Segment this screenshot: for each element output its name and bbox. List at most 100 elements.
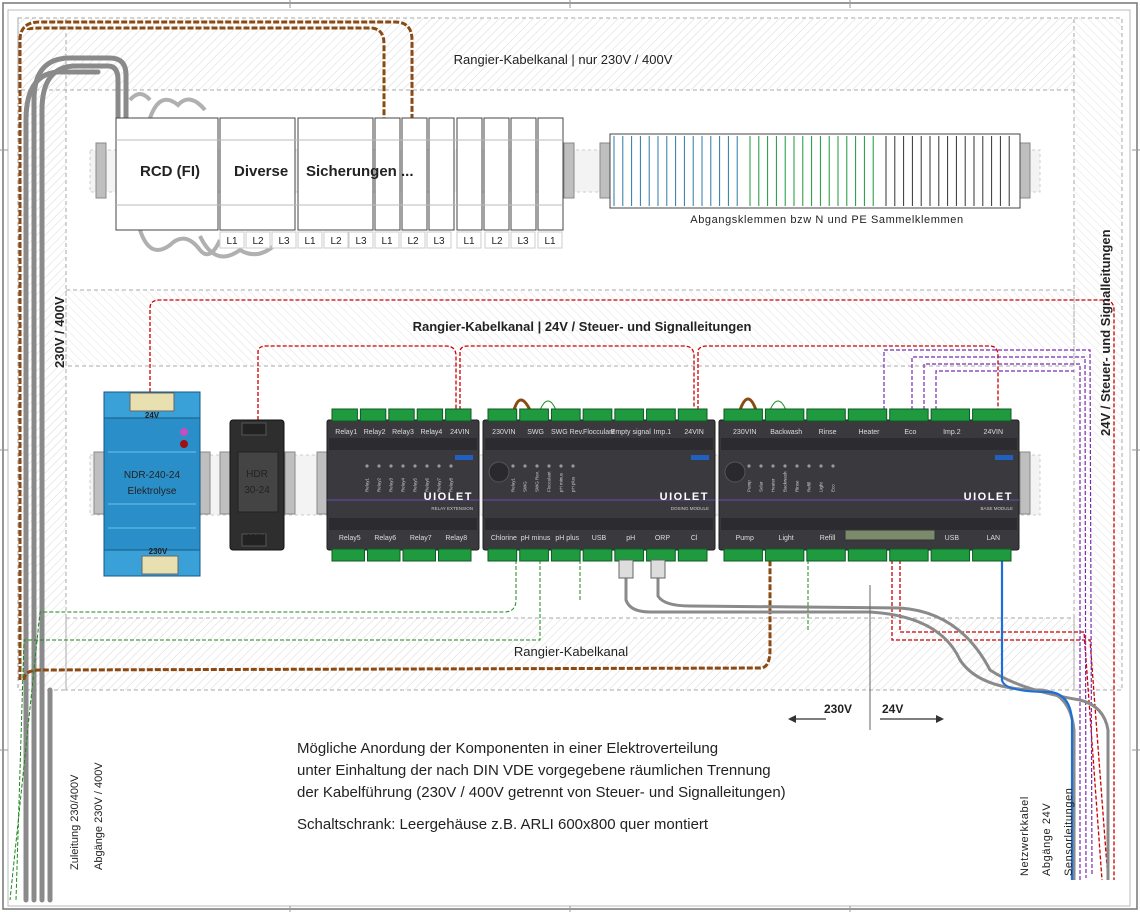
- terminal-bottom: [550, 548, 581, 562]
- status-led-icon: [437, 464, 441, 468]
- terminal-bottom: [972, 548, 1012, 562]
- terminal-bottom: [614, 548, 645, 562]
- terminal-top-label: Imp.2: [943, 429, 961, 436]
- module-brand: UIOLET: [424, 491, 473, 503]
- status-led-icon: [535, 464, 539, 468]
- psu-main-vbottom: 230V: [149, 547, 168, 556]
- terminal-bottom-label: Cl: [691, 535, 698, 542]
- led-label: Relay6: [425, 477, 430, 492]
- terminal-bottom-label: pH: [626, 535, 635, 542]
- terminal-top: [930, 408, 971, 422]
- status-led-icon: [389, 464, 393, 468]
- terminal-bottom-label: LAN: [986, 535, 1000, 542]
- module-type: RELAY EXTENSION: [431, 506, 473, 511]
- phase-label: L2: [407, 236, 419, 247]
- terminal-top: [972, 408, 1012, 422]
- terminal-bottom-label: pH plus: [555, 535, 579, 542]
- phase-label: L2: [252, 236, 264, 247]
- led-label: Relay1: [511, 477, 516, 492]
- terminal-top-label: SWG: [527, 429, 544, 436]
- terminal-bottom-label: Light: [779, 535, 794, 542]
- terminal-top: [445, 408, 472, 422]
- status-led-icon: [559, 464, 563, 468]
- terminal-top-label: 230VIN: [492, 429, 515, 436]
- terminal-bottom: [764, 548, 805, 562]
- terminal-top-label: 24VIN: [984, 429, 1003, 436]
- terminal-bottom: [723, 548, 763, 562]
- terminal-bottom-label: Relay5: [339, 535, 361, 542]
- led-label: Eco: [831, 484, 836, 492]
- led-label: Flocculant: [547, 471, 552, 492]
- status-led-icon: [523, 464, 527, 468]
- terminal-bottom-label: USB: [592, 535, 607, 542]
- led-label: Backwash: [783, 471, 788, 492]
- led-label: Relay3: [389, 477, 394, 492]
- bnc-connector-icon: [650, 559, 666, 579]
- terminal-top-label: Relay2: [364, 429, 386, 436]
- terminal-top-label: Eco: [904, 429, 916, 436]
- led-label: Light: [819, 481, 824, 492]
- terminal-top: [806, 408, 846, 422]
- led-label: Pump: [747, 480, 752, 492]
- terminal-top-label: 230VIN: [733, 429, 756, 436]
- status-led-icon: [571, 464, 575, 468]
- digital-badge-icon: [995, 455, 1013, 460]
- phase-label: L1: [226, 236, 238, 247]
- sicherungen-label: Sicherungen ...: [306, 163, 414, 180]
- status-led-icon: [771, 464, 775, 468]
- phase-label: L1: [463, 236, 475, 247]
- knob-icon[interactable]: [488, 461, 510, 483]
- knob-icon[interactable]: [724, 461, 746, 483]
- terminal-top-label: SWG Rev.: [551, 429, 584, 436]
- lcd-display: [844, 529, 936, 541]
- caption-line-1: Mögliche Anordung der Komponenten in ein…: [297, 740, 719, 757]
- module-brand: UIOLET: [964, 491, 1013, 503]
- led-label: Relay5: [413, 477, 418, 492]
- caption-block: Mögliche Anordung der Komponenten in ein…: [297, 738, 786, 836]
- caption-line-2: unter Einhaltung der nach DIN VDE vorgeg…: [297, 762, 771, 779]
- led-label: pH minus: [559, 472, 564, 492]
- rcd-label: RCD (FI): [140, 163, 200, 180]
- terminal-bottom-label: Relay7: [410, 535, 432, 542]
- status-led-icon: [425, 464, 429, 468]
- module-brand: UIOLET: [660, 491, 709, 503]
- terminal-bottom: [519, 548, 549, 562]
- label-abgaenge-24: Abgänge 24V: [1041, 803, 1053, 876]
- terminal-top: [582, 408, 613, 422]
- psu-led-icon: [180, 428, 188, 436]
- terminal-bottom-label: ORP: [655, 535, 671, 542]
- module-2: 230VIN SWG SWG Rev. Flocculant Empty signal I…: [482, 408, 716, 562]
- status-led-icon: [819, 464, 823, 468]
- terminal-top: [550, 408, 581, 422]
- terminal-bottom: [889, 548, 929, 562]
- led-label: SWG: [523, 481, 528, 492]
- cabinet-note: Schaltschrank: Leergehäuse z.B. ARLI 600…: [297, 816, 709, 833]
- terminal-top-label: Relay3: [392, 429, 414, 436]
- phase-label: L2: [491, 236, 503, 247]
- terminals-label: Abgangsklemmen bzw N und PE Sammelklemme…: [690, 214, 963, 226]
- terminal-bottom-label: Refill: [820, 535, 836, 542]
- terminal-bottom: [487, 548, 518, 562]
- terminal-bottom: [367, 548, 401, 562]
- status-led-icon: [449, 464, 453, 468]
- label-sensorleitungen: Sensorleitungen: [1063, 787, 1075, 876]
- terminal-top-label: Backwash: [770, 429, 802, 436]
- status-led-icon: [365, 464, 369, 468]
- terminal-top: [388, 408, 415, 422]
- led-label: Refill: [807, 482, 812, 492]
- psu-led-red-icon: [180, 440, 188, 448]
- psu-main-terminal-bottom: [141, 555, 179, 575]
- terminal-top-label: 24VIN: [450, 429, 469, 436]
- psu-main: 24V NDR-240-24 Elektrolyse 230V: [103, 391, 201, 577]
- caption-line-3: der Kabelführung (230V / 400V getrennt v…: [297, 784, 786, 801]
- digital-badge-icon: [691, 455, 709, 460]
- digital-badge-icon: [455, 455, 473, 460]
- terminal-bottom: [847, 548, 888, 562]
- led-label: Rinse: [795, 480, 800, 492]
- phase-label: L3: [278, 236, 290, 247]
- terminal-bottom: [331, 548, 365, 562]
- led-label: Solar: [759, 481, 764, 492]
- terminal-top: [487, 408, 518, 422]
- terminal-block: [609, 133, 1021, 209]
- psu-main-name: NDR-240-24: [124, 470, 181, 481]
